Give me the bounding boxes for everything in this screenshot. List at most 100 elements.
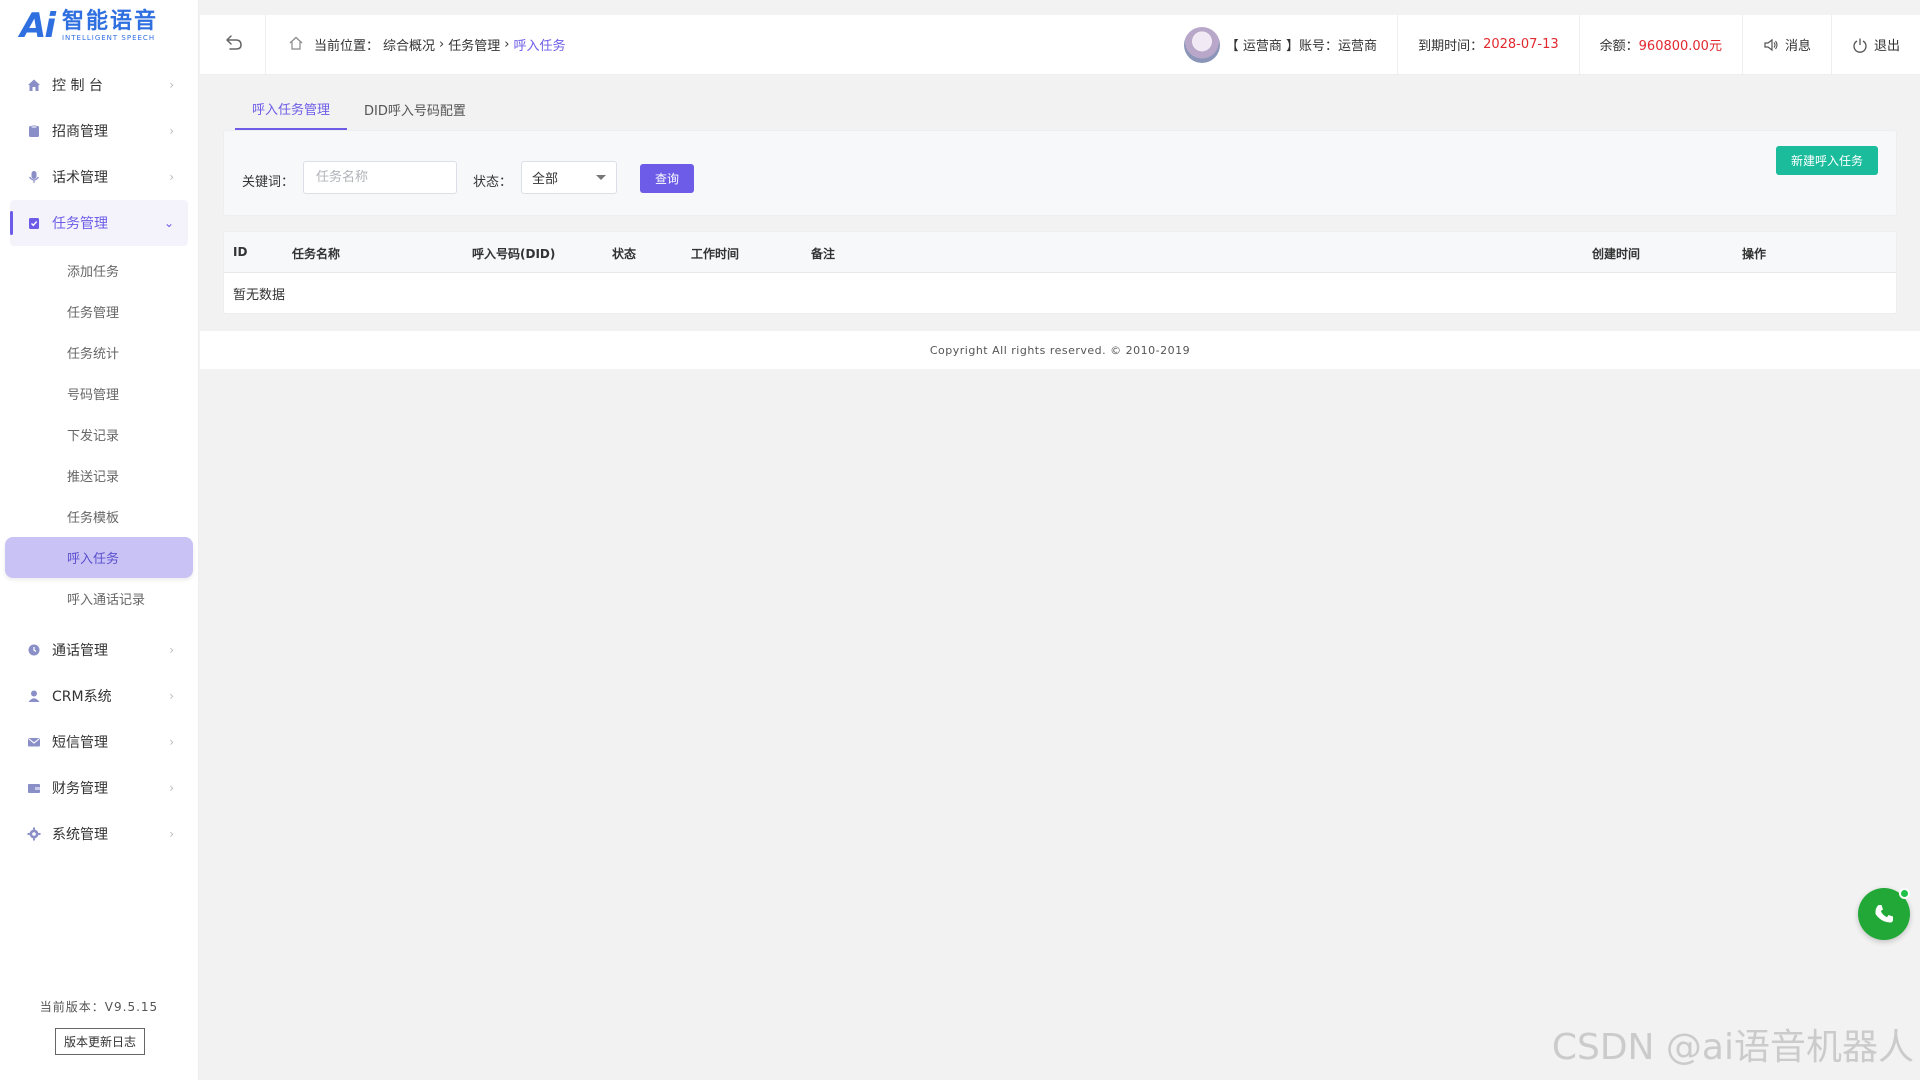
account-label: 【 运营商 】账号：运营商	[1225, 39, 1378, 54]
home-outline-icon	[288, 35, 304, 55]
column-header-created-at: 创建时间	[1592, 247, 1641, 261]
sidebar-item-label: 招商管理	[52, 124, 108, 140]
sidebar-item-label: CRM系统	[52, 689, 112, 705]
version-text: 当前版本：V9.5.15	[39, 1000, 159, 1014]
phone-icon	[1872, 902, 1896, 926]
wallet-icon	[26, 780, 42, 796]
logo-name: 智能语音	[61, 9, 158, 34]
breadcrumb-separator: ›	[439, 37, 445, 52]
account-info[interactable]: 【 运营商 】账号：运营商	[1164, 15, 1397, 75]
sidebar-item-label: 话术管理	[52, 170, 108, 186]
status-select[interactable]: 全部	[521, 161, 617, 194]
chevron-right-icon: ›	[169, 781, 174, 795]
sidebar-item-system[interactable]: 系统管理 ›	[0, 811, 198, 857]
logout-button[interactable]: 退出	[1830, 14, 1920, 75]
caret-down-icon	[596, 175, 606, 180]
status-label: 状态：	[473, 175, 513, 190]
sidebar-item-merchants[interactable]: 招商管理 ›	[0, 108, 198, 154]
column-header-work-time: 工作时间	[691, 247, 740, 261]
column-header-actions: 操作	[1742, 247, 1767, 261]
speaker-icon	[1763, 37, 1779, 53]
submenu-item-task-management[interactable]: 任务管理	[0, 291, 198, 332]
online-status-dot	[1899, 888, 1910, 899]
breadcrumb: 当前位置： 综合概况 › 任务管理 › 呼入任务	[266, 35, 565, 55]
column-header-status: 状态	[612, 247, 637, 261]
submenu-item-dispatch-records[interactable]: 下发记录	[0, 414, 198, 455]
breadcrumb-item[interactable]: 综合概况	[383, 35, 435, 54]
microphone-icon	[26, 169, 42, 185]
watermark: CSDN @ai语音机器人	[1551, 1027, 1914, 1068]
clock-icon	[26, 642, 42, 658]
column-header-id: ID	[233, 245, 248, 259]
sidebar-item-calls[interactable]: 通话管理 ›	[0, 627, 198, 673]
table-header: ID 任务名称 呼入号码(DID) 状态 工作时间 备注 创建时间 操作	[224, 232, 1896, 273]
sidebar-item-tasks[interactable]: 任务管理 ⌄	[10, 200, 188, 246]
top-bar: 当前位置： 综合概况 › 任务管理 › 呼入任务 【 运营商 】账号：运营商 到…	[200, 14, 1920, 75]
column-header-task-name: 任务名称	[292, 247, 341, 261]
sidebar-menu: 控 制 台 › 招商管理 › 话术管理 › 任务管理 ⌄ 添加任务 任务管理 任…	[0, 62, 198, 857]
sidebar-item-label: 通话管理	[52, 643, 108, 659]
search-panel: 关键词： 状态： 全部 查询 新建呼入任务	[223, 130, 1897, 216]
sidebar: Ai 智能语音 INTELLIGENT SPEECH 控 制 台 › 招商管理 …	[0, 0, 199, 1080]
keyword-input[interactable]	[303, 161, 457, 194]
undo-icon	[222, 31, 244, 59]
tab-inbound-task-management[interactable]: 呼入任务管理	[235, 88, 348, 130]
home-icon	[26, 77, 42, 93]
changelog-button[interactable]: 版本更新日志	[55, 1028, 145, 1055]
sidebar-item-finance[interactable]: 财务管理 ›	[0, 765, 198, 811]
inbound-task-table: ID 任务名称 呼入号码(DID) 状态 工作时间 备注 创建时间 操作 暂无数…	[223, 231, 1897, 314]
sidebar-item-dashboard[interactable]: 控 制 台 ›	[0, 62, 198, 108]
sidebar-item-sms[interactable]: 短信管理 ›	[0, 719, 198, 765]
sidebar-item-crm[interactable]: CRM系统 ›	[0, 673, 198, 719]
tasks-submenu: 添加任务 任务管理 任务统计 号码管理 下发记录 推送记录 任务模板 呼入任务 …	[0, 246, 198, 627]
logout-label: 退出	[1873, 39, 1900, 54]
balance-label: 余额：	[1599, 39, 1639, 54]
sidebar-item-scripts[interactable]: 话术管理 ›	[0, 154, 198, 200]
task-icon	[26, 215, 42, 231]
sidebar-item-label: 任务管理	[52, 216, 108, 232]
submenu-item-add-task[interactable]: 添加任务	[0, 250, 198, 291]
tab-bar: 呼入任务管理 DID呼入号码配置	[235, 88, 483, 130]
sidebar-item-label: 财务管理	[52, 781, 108, 797]
balance-value: 960800.00元	[1638, 39, 1722, 54]
chevron-right-icon: ›	[169, 643, 174, 657]
back-button[interactable]	[200, 14, 266, 75]
chevron-right-icon: ›	[169, 124, 174, 138]
submenu-item-task-templates[interactable]: 任务模板	[0, 496, 198, 537]
empty-state: 暂无数据	[233, 287, 286, 303]
logo-subtitle: INTELLIGENT SPEECH	[61, 34, 156, 42]
chevron-down-icon: ⌄	[163, 216, 174, 230]
phone-call-button[interactable]	[1858, 888, 1910, 940]
top-right-info: 【 运营商 】账号：运营商 到期时间： 2028-07-13 余额： 96080…	[1164, 14, 1920, 75]
tab-did-number-config[interactable]: DID呼入号码配置	[347, 88, 483, 130]
sidebar-item-label: 系统管理	[52, 827, 108, 843]
status-select-value: 全部	[532, 172, 559, 187]
column-header-did: 呼入号码(DID)	[472, 247, 556, 261]
message-button[interactable]: 消息	[1741, 14, 1831, 75]
chevron-right-icon: ›	[169, 827, 174, 841]
logo[interactable]: Ai 智能语音 INTELLIGENT SPEECH	[0, 0, 198, 52]
submenu-item-task-stats[interactable]: 任务统计	[0, 332, 198, 373]
logo-mark: Ai	[20, 6, 56, 46]
mail-icon	[26, 734, 42, 750]
query-button[interactable]: 查询	[640, 164, 694, 193]
submenu-item-inbound-call-records[interactable]: 呼入通话记录	[0, 578, 198, 619]
breadcrumb-current: 呼入任务	[513, 39, 566, 54]
chevron-right-icon: ›	[169, 170, 174, 184]
chevron-right-icon: ›	[169, 78, 174, 92]
expire-value: 2028-07-13	[1483, 37, 1559, 52]
user-icon	[26, 688, 42, 704]
breadcrumb-prefix: 当前位置：	[314, 39, 380, 54]
chevron-right-icon: ›	[169, 735, 174, 749]
new-inbound-task-button[interactable]: 新建呼入任务	[1776, 146, 1878, 175]
avatar	[1183, 26, 1220, 63]
expire-info: 到期时间： 2028-07-13	[1397, 14, 1579, 75]
breadcrumb-item[interactable]: 任务管理	[448, 35, 500, 54]
gear-icon	[26, 826, 42, 842]
sidebar-item-label: 短信管理	[52, 735, 108, 751]
submenu-item-inbound-tasks[interactable]: 呼入任务	[5, 537, 193, 578]
sidebar-item-label: 控 制 台	[52, 78, 103, 94]
expire-label: 到期时间：	[1418, 39, 1484, 54]
submenu-item-number-management[interactable]: 号码管理	[0, 373, 198, 414]
submenu-item-push-records[interactable]: 推送记录	[0, 455, 198, 496]
